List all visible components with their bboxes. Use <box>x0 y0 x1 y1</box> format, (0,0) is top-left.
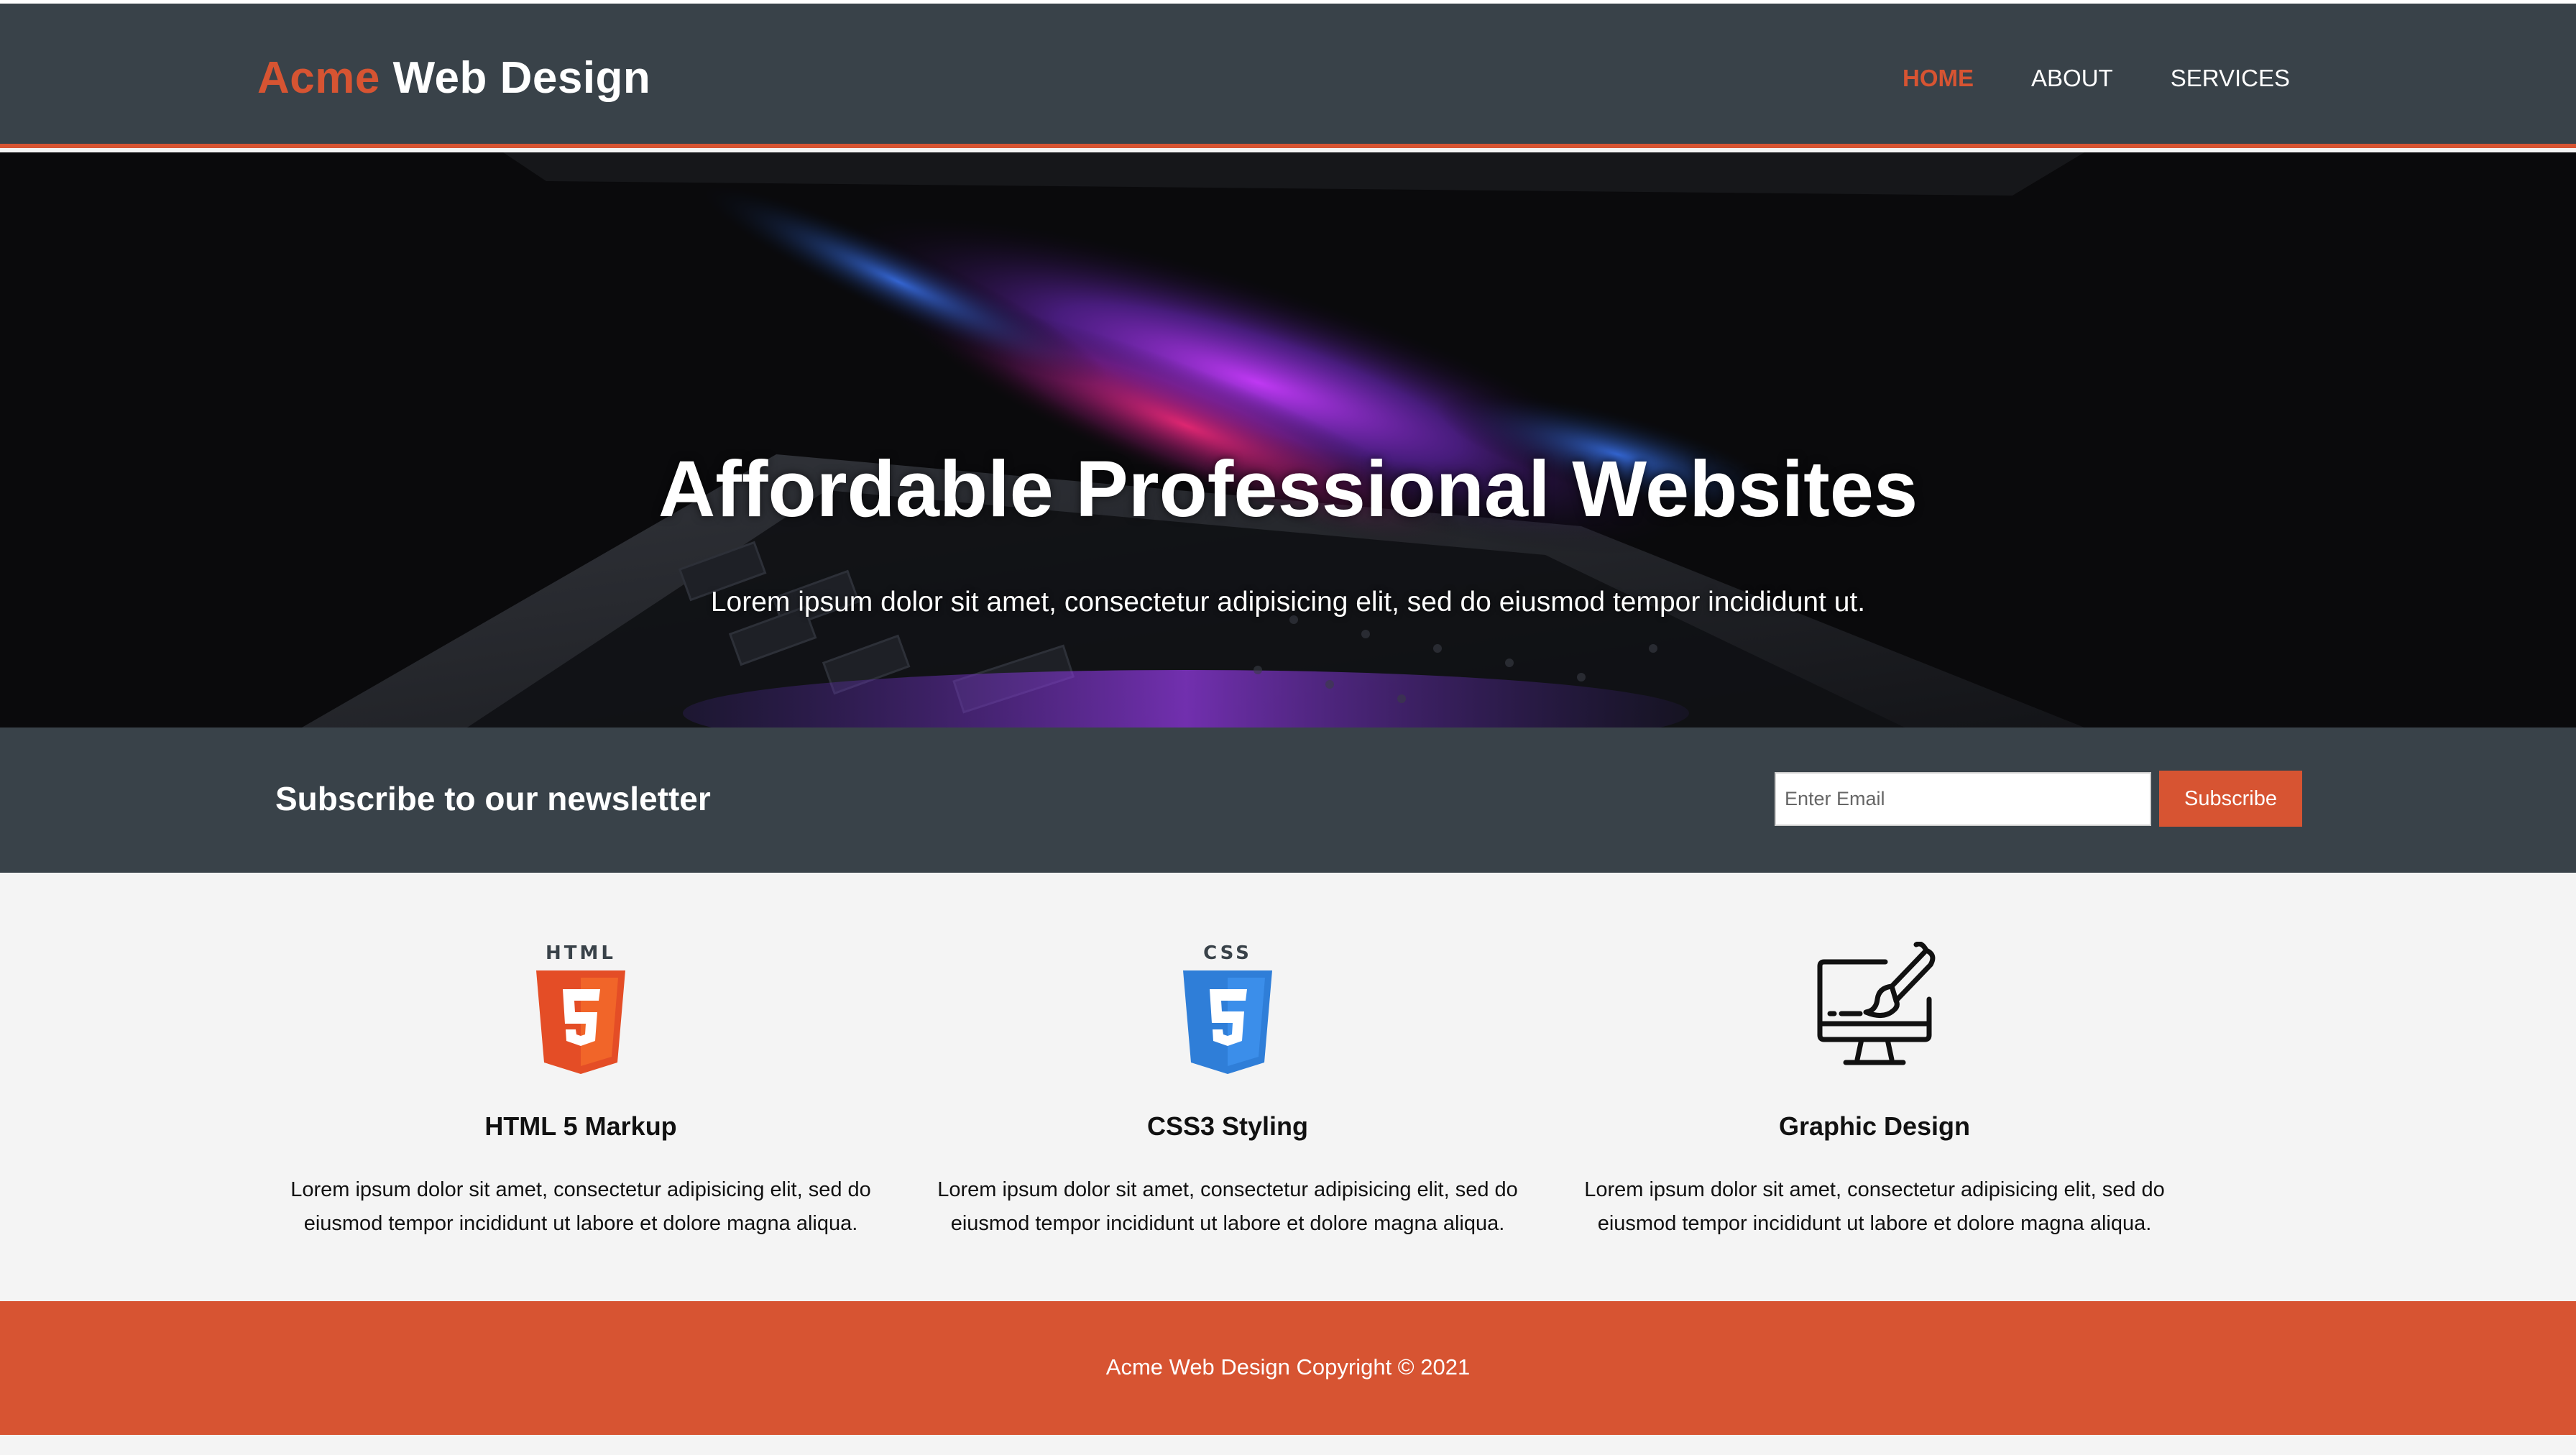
site-logo[interactable]: Acme Web Design <box>257 52 650 104</box>
showcase-hero: Affordable Professional Websites Lorem i… <box>0 152 2576 728</box>
newsletter-heading: Subscribe to our newsletter <box>275 780 711 817</box>
subscribe-button[interactable]: Subscribe <box>2159 771 2302 827</box>
hero-background-image <box>0 152 2576 728</box>
hero-title: Affordable Professional Websites <box>658 445 1918 533</box>
features-section: HTML HTML 5 Markup Lorem ipsum dolor sit… <box>0 873 2576 1301</box>
svg-text:HTML: HTML <box>546 942 616 964</box>
nav-services[interactable]: SERVICES <box>2171 65 2290 92</box>
logo-text: Web Design <box>392 53 651 103</box>
nav-home[interactable]: HOME <box>1903 65 1974 92</box>
site-footer: Acme Web Design Copyright © 2021 <box>0 1301 2576 1435</box>
page: Acme Web Design HOME ABOUT SERVICES Affo… <box>0 0 2576 1455</box>
feature-title: HTML 5 Markup <box>484 1111 677 1141</box>
bottom-strip <box>0 1435 2576 1455</box>
newsletter-section: Subscribe to our newsletter Subscribe <box>0 728 2576 873</box>
nav-about[interactable]: ABOUT <box>2031 65 2113 92</box>
graphic-design-icon <box>1565 942 2184 1078</box>
logo-highlight: Acme <box>257 53 380 103</box>
copyright-text: Acme Web Design Copyright © 2021 <box>1105 1354 1471 1380</box>
css3-icon: CSS <box>919 942 1537 1078</box>
main-nav: HOME ABOUT SERVICES <box>1903 65 2290 92</box>
feature-text: Lorem ipsum dolor sit amet, consectetur … <box>1584 1178 2165 1235</box>
site-header: Acme Web Design HOME ABOUT SERVICES <box>0 4 2576 148</box>
svg-text:CSS: CSS <box>1203 942 1252 964</box>
feature-text: Lorem ipsum dolor sit amet, consectetur … <box>937 1178 1518 1235</box>
html5-icon: HTML <box>272 942 890 1078</box>
feature-title: Graphic Design <box>1778 1111 1971 1141</box>
feature-title: CSS3 Styling <box>1146 1111 1309 1141</box>
email-input[interactable] <box>1775 772 2151 826</box>
hero-subtitle: Lorem ipsum dolor sit amet, consectetur … <box>710 587 1866 618</box>
feature-text: Lorem ipsum dolor sit amet, consectetur … <box>290 1178 871 1235</box>
